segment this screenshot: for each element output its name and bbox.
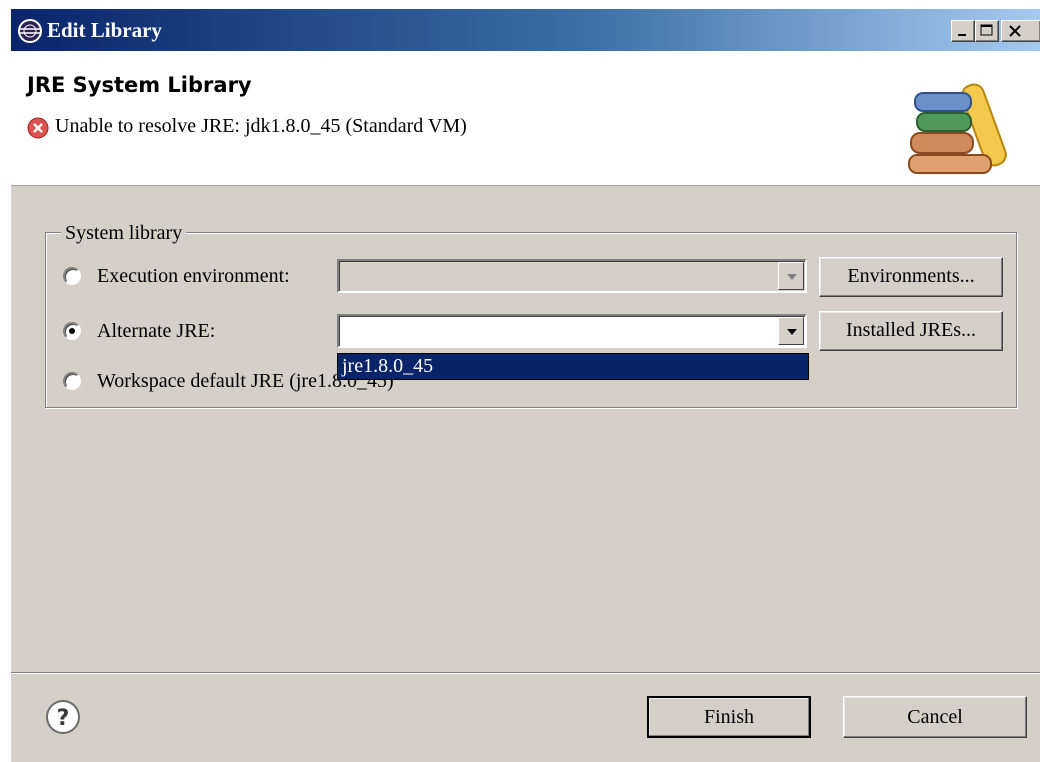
combo-dropdown-button [778,262,804,290]
banner-title: JRE System Library [27,73,252,97]
group-label: System library [61,222,187,244]
radio-button[interactable] [63,322,81,340]
title-bar[interactable]: Edit Library [11,9,1040,51]
dropdown-option[interactable]: jre1.8.0_45 [338,354,808,379]
radio-selected-dot [69,328,75,334]
execution-environment-combo [337,259,807,293]
alternate-jre-dropdown-list[interactable]: jre1.8.0_45 [337,353,809,380]
footer-separator [11,672,1040,674]
window-title: Edit Library [47,18,162,42]
alternate-jre-label: Alternate JRE: [97,320,216,342]
finish-button[interactable]: Finish [647,696,811,738]
edit-library-dialog: Edit Library JRE System Library Unable t… [10,8,1040,762]
chevron-down-icon [787,329,797,335]
alternate-jre-combo[interactable] [337,314,807,348]
close-button[interactable] [1001,20,1040,42]
maximize-button[interactable] [975,20,999,42]
minimize-button[interactable] [951,20,975,42]
svg-text:?: ? [57,706,70,731]
chevron-down-icon [787,274,797,280]
error-message: Unable to resolve JRE: jdk1.8.0_45 (Stan… [55,115,467,137]
installed-jres-button[interactable]: Installed JREs... [819,311,1003,351]
combo-dropdown-button[interactable] [778,317,804,345]
library-books-icon [908,83,1007,174]
wizard-banner: JRE System Library Unable to resolve JRE… [11,51,1040,186]
execution-environment-label: Execution environment: [97,265,290,287]
error-icon [27,117,49,139]
cancel-button[interactable]: Cancel [843,696,1027,738]
maximize-icon [980,24,993,36]
minimize-icon [958,34,966,36]
close-icon [1009,25,1021,37]
radio-button[interactable] [63,372,81,390]
help-icon[interactable]: ? [45,699,81,735]
eclipse-icon [18,19,42,43]
radio-button[interactable] [63,267,81,285]
environments-button[interactable]: Environments... [819,257,1003,297]
